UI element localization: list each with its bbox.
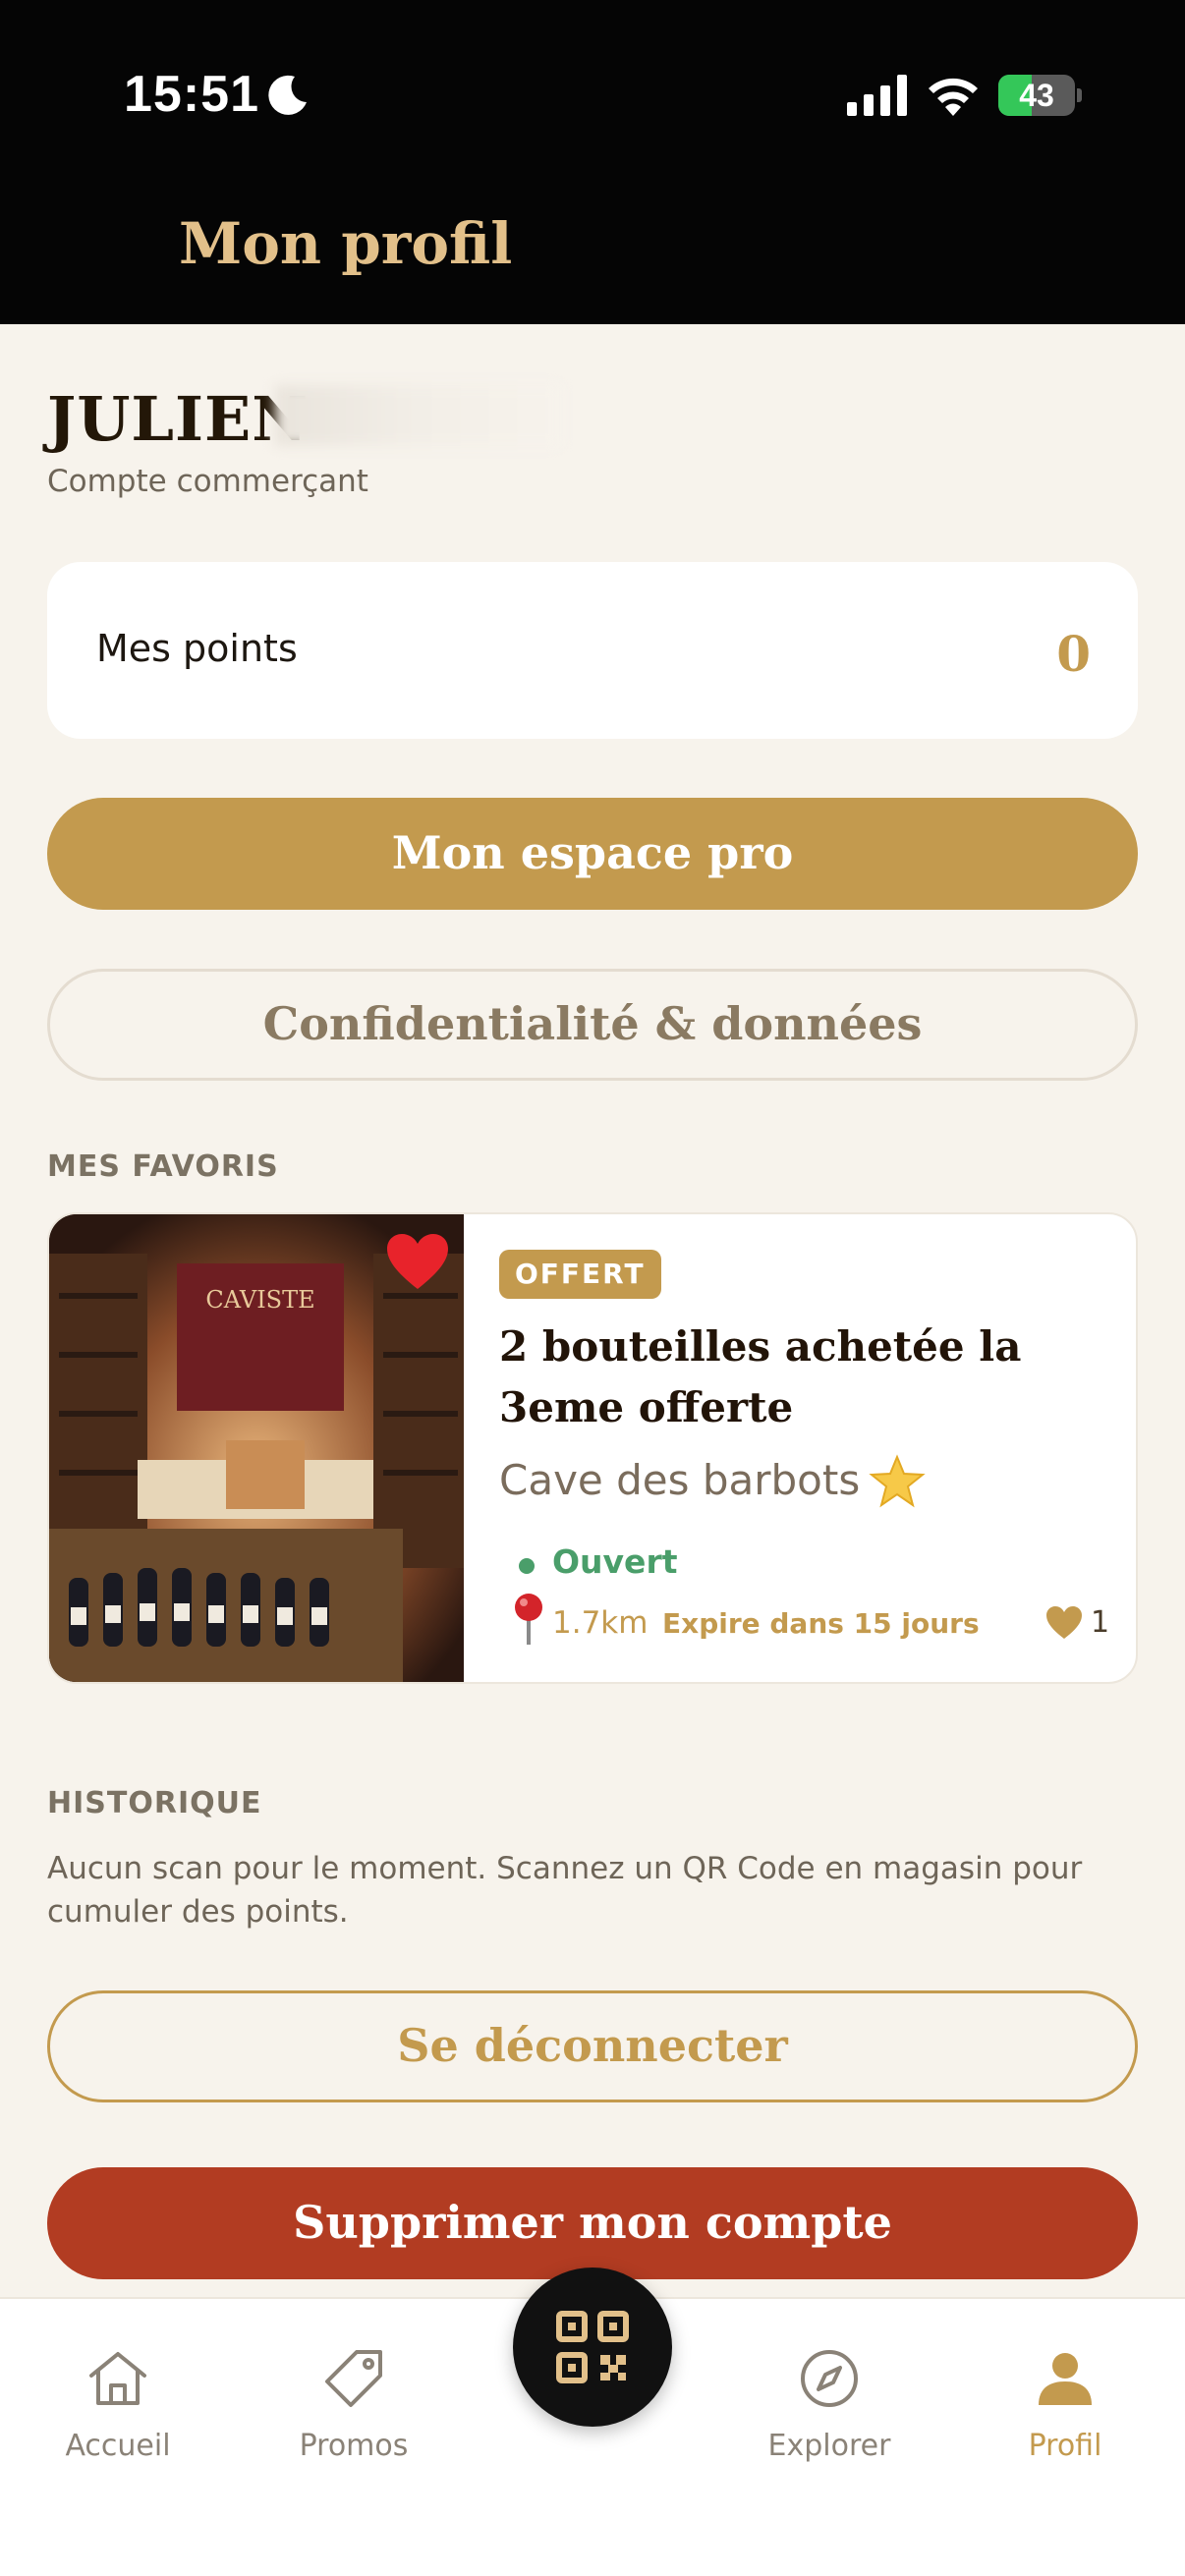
- nav-explore-label: Explorer: [767, 2429, 891, 2463]
- history-section-title: HISTORIQUE: [47, 1786, 262, 1820]
- points-card: Mes points 0: [47, 562, 1138, 739]
- privacy-button[interactable]: Confidentialité & données: [47, 969, 1138, 1081]
- open-status-dot: [519, 1558, 535, 1574]
- offer-badge: OFFERT: [499, 1250, 661, 1299]
- distance: 1.7km: [552, 1605, 649, 1641]
- points-value: 0: [1056, 625, 1091, 683]
- location-pin-icon: [515, 1594, 542, 1645]
- open-status: Ouvert: [552, 1542, 678, 1581]
- status-time: 15:51: [124, 66, 259, 123]
- nav-profile[interactable]: Profil: [967, 2344, 1163, 2463]
- header-bar: 15:51 43 Mon profil: [0, 0, 1185, 324]
- user-icon: [1039, 2353, 1092, 2405]
- favorite-offer-card[interactable]: CAVISTE OFFERT 2 bouteilles achetée la 3…: [47, 1212, 1138, 1684]
- shop-name: Cave des barbots: [499, 1456, 861, 1504]
- offer-title: 2 bouteilles achetée la 3eme offerte: [499, 1322, 1022, 1431]
- nav-home-label: Accueil: [65, 2429, 171, 2463]
- star-icon: [869, 1454, 926, 1508]
- account-type: Compte commerçant: [47, 464, 368, 499]
- nav-explore[interactable]: Explorer: [731, 2344, 928, 2463]
- favorite-heart-icon[interactable]: [385, 1232, 450, 1293]
- points-label: Mes points: [96, 627, 298, 670]
- likes-count: 1: [1091, 1605, 1110, 1640]
- nav-promos-label: Promos: [299, 2429, 409, 2463]
- likes-heart-icon: [1046, 1606, 1082, 1639]
- history-empty-text: Aucun scan pour le moment. Scannez un QR…: [47, 1851, 1083, 1930]
- expiry-text: Expire dans 15 jours: [662, 1607, 980, 1640]
- redacted-surname: [275, 385, 560, 446]
- battery-icon: 43: [998, 75, 1082, 116]
- compass-icon: [801, 2350, 858, 2407]
- tag-icon: [325, 2350, 382, 2407]
- user-name: JULIEN: [47, 383, 309, 455]
- scan-qr-button[interactable]: [513, 2268, 672, 2427]
- nav-promos[interactable]: Promos: [255, 2344, 452, 2463]
- moon-icon: [268, 75, 307, 115]
- page-title: Mon profil: [179, 210, 513, 277]
- battery-level: 43: [1019, 78, 1054, 113]
- logout-button[interactable]: Se déconnecter: [47, 1990, 1138, 2102]
- qr-code-icon: [556, 2311, 629, 2383]
- shop-sign: CAVISTE: [205, 1286, 314, 1314]
- shop-photo: CAVISTE: [49, 1214, 464, 1682]
- favorites-section-title: MES FAVORIS: [47, 1149, 279, 1184]
- pro-space-button[interactable]: Mon espace pro: [47, 798, 1138, 910]
- nav-home[interactable]: Accueil: [20, 2344, 216, 2463]
- home-icon: [89, 2352, 146, 2405]
- delete-account-button[interactable]: Supprimer mon compte: [47, 2167, 1138, 2279]
- signal-icon: [847, 75, 907, 116]
- wifi-icon: [929, 78, 978, 116]
- nav-profile-label: Profil: [1028, 2429, 1102, 2463]
